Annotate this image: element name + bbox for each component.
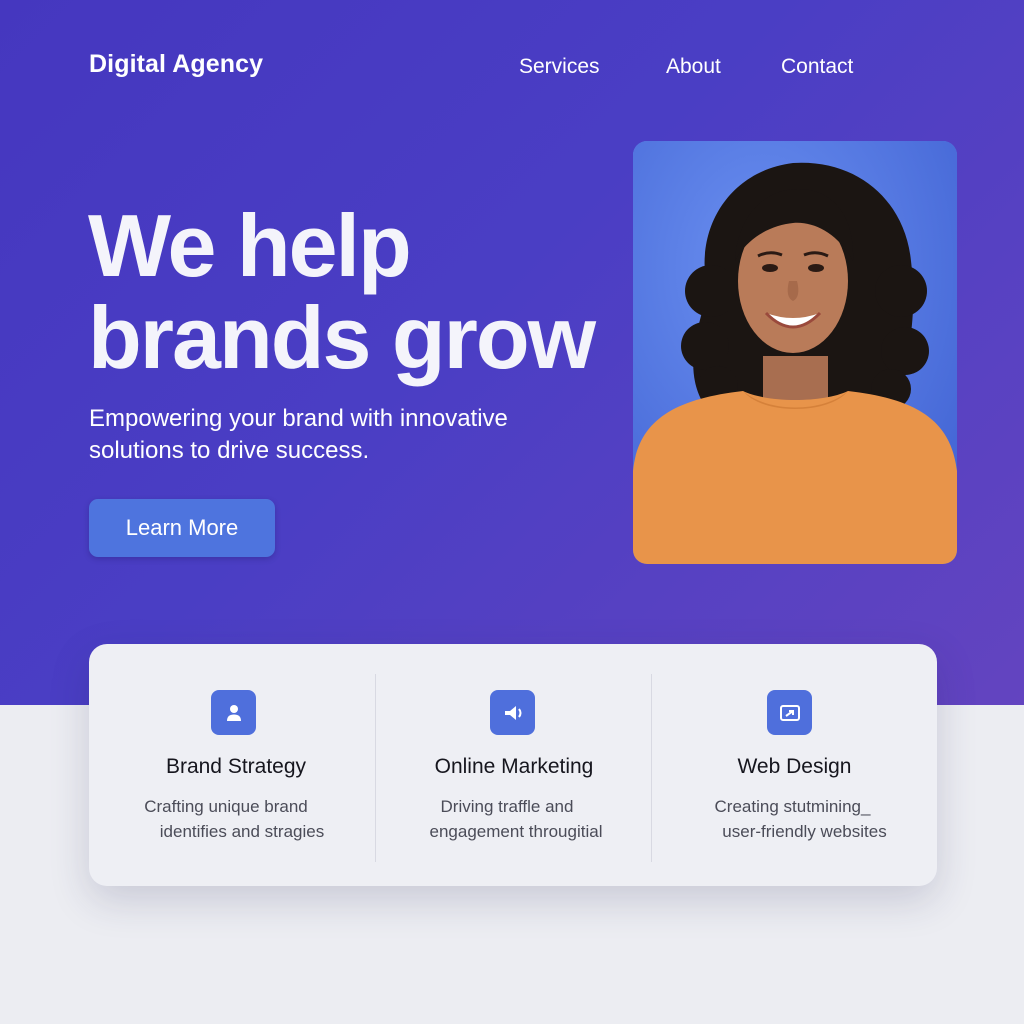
- user-icon: [211, 690, 256, 735]
- megaphone-icon: [490, 690, 535, 735]
- subtitle-line: Empowering your brand with innovative: [89, 405, 508, 432]
- services-card: Brand Strategy Crafting unique brand ide…: [89, 644, 937, 886]
- hero-section: Digital Agency Services About Contact We…: [0, 0, 1024, 705]
- nav-contact-link[interactable]: Contact: [781, 55, 853, 79]
- main-nav: Services About Contact: [0, 55, 1024, 81]
- feature-description: Creating stutmining_ user-friendly websi…: [652, 794, 937, 844]
- headline-line: We help: [88, 196, 412, 295]
- browser-icon: [767, 690, 812, 735]
- description-line: identifies and stragies: [159, 822, 325, 841]
- feature-description: Crafting unique brand identifies and str…: [89, 794, 379, 844]
- feature-title: Web Design: [737, 755, 852, 778]
- nav-services-link[interactable]: Services: [519, 55, 600, 79]
- feature-web-design[interactable]: Web Design Creating stutmining_ user-fri…: [652, 644, 937, 886]
- description-line: engagement througitial: [429, 822, 603, 841]
- hero-portrait-photo: [633, 141, 957, 564]
- feature-online-marketing[interactable]: Online Marketing Driving traffle and eng…: [376, 644, 652, 886]
- hero-subtitle: Empowering your brand with innovative so…: [89, 403, 559, 467]
- learn-more-button[interactable]: Learn More: [89, 499, 275, 557]
- subtitle-line: solutions to drive success.: [89, 437, 370, 464]
- feature-title: Online Marketing: [434, 755, 594, 778]
- feature-title: Brand Strategy: [165, 755, 307, 778]
- description-line: user-friendly websites: [722, 822, 887, 841]
- description-line: Driving traffle and: [440, 797, 574, 816]
- hero-headline: We help brands grow: [88, 196, 596, 387]
- nav-about-link[interactable]: About: [666, 55, 721, 79]
- feature-description: Driving traffle and engagement througiti…: [376, 794, 652, 844]
- portrait-illustration: [633, 141, 957, 564]
- description-line: Crafting unique brand: [144, 797, 308, 816]
- feature-brand-strategy[interactable]: Brand Strategy Crafting unique brand ide…: [89, 644, 379, 886]
- description-line: Creating stutmining_: [714, 797, 871, 816]
- headline-line: brands grow: [88, 288, 596, 387]
